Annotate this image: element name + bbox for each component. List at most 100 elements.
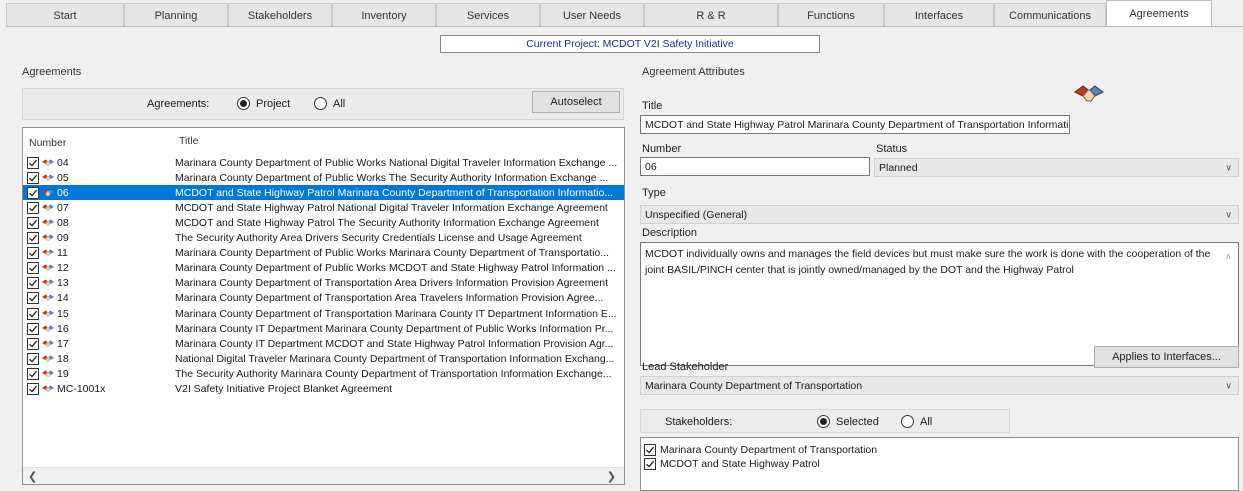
agreement-title: MCDOT and State Highway Patrol National … [175, 201, 608, 214]
tab-inventory[interactable]: Inventory [332, 3, 436, 27]
agreement-checkbox[interactable] [27, 337, 39, 350]
agreement-checkbox[interactable] [27, 292, 39, 305]
type-select[interactable]: Unspecified (General) ∨ [640, 205, 1239, 224]
agreement-number: 14 [57, 292, 69, 305]
tab-interfaces[interactable]: Interfaces [884, 3, 994, 27]
agreement-row[interactable]: 06 MCDOT and State Highway Patrol Marinar… [23, 185, 624, 201]
radio-selected[interactable]: Selected [817, 415, 879, 428]
radio-all[interactable]: All [314, 97, 345, 110]
agreement-row[interactable]: 12 Marinara County Department of Public W… [23, 261, 624, 276]
agreement-checkbox[interactable] [27, 201, 39, 214]
tab-start[interactable]: Start [6, 3, 124, 27]
agreement-number: 07 [57, 201, 69, 214]
agreement-title: V2I Safety Initiative Project Blanket Ag… [175, 383, 393, 395]
agreement-number-cell: 09 [23, 232, 175, 244]
agreement-row[interactable]: MC-1001x V2I Safety Initiative Project Bl… [23, 382, 624, 397]
radio-selected-indicator[interactable] [817, 415, 830, 428]
agreement-row[interactable]: 07 MCDOT and State Highway Patrol Nationa… [23, 200, 624, 215]
stakeholder-checkbox[interactable] [644, 444, 656, 456]
tab-agreements[interactable]: Agreements [1106, 0, 1212, 27]
radio-project-indicator[interactable] [237, 97, 250, 110]
agreement-row[interactable]: 19 The Security Authority Marinara County… [23, 366, 624, 381]
status-label: Status [876, 143, 908, 155]
scroll-left-icon[interactable]: ❮ [28, 470, 37, 483]
title-field[interactable]: MCDOT and State Highway Patrol Marinara … [640, 115, 1070, 134]
checkmark-icon [29, 355, 38, 363]
agreement-checkbox[interactable] [27, 322, 39, 335]
agreement-row[interactable]: 15 Marinara County Department of Transpor… [23, 306, 624, 321]
scroll-up-icon[interactable]: ∧ [1225, 248, 1232, 264]
agreement-number-cell: 19 [23, 367, 175, 380]
agreement-title: Marinara County Department of Transporta… [175, 292, 604, 305]
checkmark-icon [29, 385, 38, 393]
agreement-row[interactable]: 17 Marinara County IT Department MCDOT an… [23, 336, 624, 351]
agreement-row[interactable]: 11 Marinara County Department of Public W… [23, 246, 624, 261]
agreement-number: 09 [57, 232, 69, 244]
tab-services[interactable]: Services [436, 3, 540, 27]
tab-r-and-r[interactable]: R & R [644, 3, 778, 27]
chevron-down-icon[interactable]: ∨ [1225, 380, 1232, 391]
agreement-row[interactable]: 16 Marinara County IT Department Marinara… [23, 321, 624, 336]
scroll-right-icon[interactable]: ❯ [607, 470, 616, 483]
agreement-title: The Security Authority Marinara County D… [175, 367, 612, 380]
radio-stakeholders-all-label: All [920, 415, 933, 428]
tab-planning[interactable]: Planning [124, 3, 228, 27]
stakeholder-item[interactable]: Marinara County Department of Transporta… [644, 444, 877, 456]
chevron-down-icon[interactable]: ∨ [1225, 162, 1232, 173]
column-header-number[interactable]: Number [29, 137, 66, 149]
agreements-list[interactable]: Number Title 04 Marinara County Departmen… [22, 127, 625, 485]
agreements-filter-label: Agreements: [147, 98, 210, 110]
checkmark-icon [29, 340, 38, 348]
agreement-checkbox[interactable] [27, 247, 39, 260]
agreement-row[interactable]: 05 Marinara County Department of Public W… [23, 170, 624, 185]
radio-selected-label: Selected [836, 415, 879, 428]
number-field[interactable]: 06 [640, 157, 870, 176]
agreement-checkbox[interactable] [27, 262, 39, 275]
agreement-checkbox[interactable] [27, 307, 39, 320]
agreement-row[interactable]: 09 The Security Authority Area Drivers Se… [23, 231, 624, 246]
lead-stakeholder-value: Marinara County Department of Transporta… [645, 379, 863, 392]
checkmark-icon [646, 446, 655, 454]
agreement-handshake-icon [41, 369, 55, 379]
radio-project[interactable]: Project [237, 97, 290, 110]
agreement-checkbox[interactable] [27, 232, 39, 244]
stakeholder-item[interactable]: MCDOT and State Highway Patrol [644, 458, 820, 470]
stakeholders-list[interactable]: Marinara County Department of Transporta… [640, 437, 1239, 491]
agreement-handshake-icon [41, 309, 55, 319]
autoselect-button[interactable]: Autoselect [532, 91, 620, 113]
agreement-row[interactable]: 08 MCDOT and State Highway Patrol The Sec… [23, 215, 624, 230]
agreement-checkbox[interactable] [27, 383, 39, 395]
applies-to-interfaces-button[interactable]: Applies to Interfaces... [1094, 346, 1239, 368]
agreement-checkbox[interactable] [27, 216, 39, 229]
agreement-handshake-icon [41, 248, 55, 258]
column-header-title[interactable]: Title [179, 135, 198, 147]
agreement-checkbox[interactable] [27, 277, 39, 290]
tab-user-needs[interactable]: User Needs [540, 3, 644, 27]
stakeholder-checkbox[interactable] [644, 458, 656, 470]
radio-all-indicator[interactable] [314, 97, 327, 110]
lead-stakeholder-select[interactable]: Marinara County Department of Transporta… [640, 376, 1239, 395]
handshake-icon [1072, 82, 1106, 108]
title-label: Title [642, 100, 663, 112]
radio-stakeholders-all[interactable]: All [901, 415, 932, 428]
radio-stakeholders-all-indicator[interactable] [901, 415, 914, 428]
horizontal-scrollbar[interactable]: ❮ ❯ [23, 467, 624, 484]
agreement-checkbox[interactable] [27, 352, 39, 365]
chevron-down-icon[interactable]: ∨ [1225, 209, 1232, 220]
agreement-number: 12 [57, 262, 69, 275]
agreement-row[interactable]: 18 National Digital Traveler Marinara Cou… [23, 351, 624, 366]
agreement-checkbox[interactable] [27, 156, 39, 169]
agreement-row[interactable]: 13 Marinara County Department of Transpor… [23, 276, 624, 291]
agreement-checkbox[interactable] [27, 367, 39, 380]
tab-stakeholders[interactable]: Stakeholders [228, 3, 332, 27]
tab-functions[interactable]: Functions [778, 3, 884, 27]
status-select[interactable]: Planned ∨ [874, 158, 1239, 177]
agreement-title: Marinara County Department of Transporta… [175, 277, 609, 290]
agreement-row[interactable]: 14 Marinara County Department of Transpor… [23, 291, 624, 306]
agreement-checkbox[interactable] [27, 171, 39, 184]
tab-communications[interactable]: Communications [994, 3, 1106, 27]
agreement-number: 11 [57, 247, 68, 260]
agreement-row[interactable]: 04 Marinara County Department of Public W… [23, 155, 624, 170]
number-label: Number [642, 143, 682, 155]
agreement-checkbox[interactable] [27, 186, 39, 199]
